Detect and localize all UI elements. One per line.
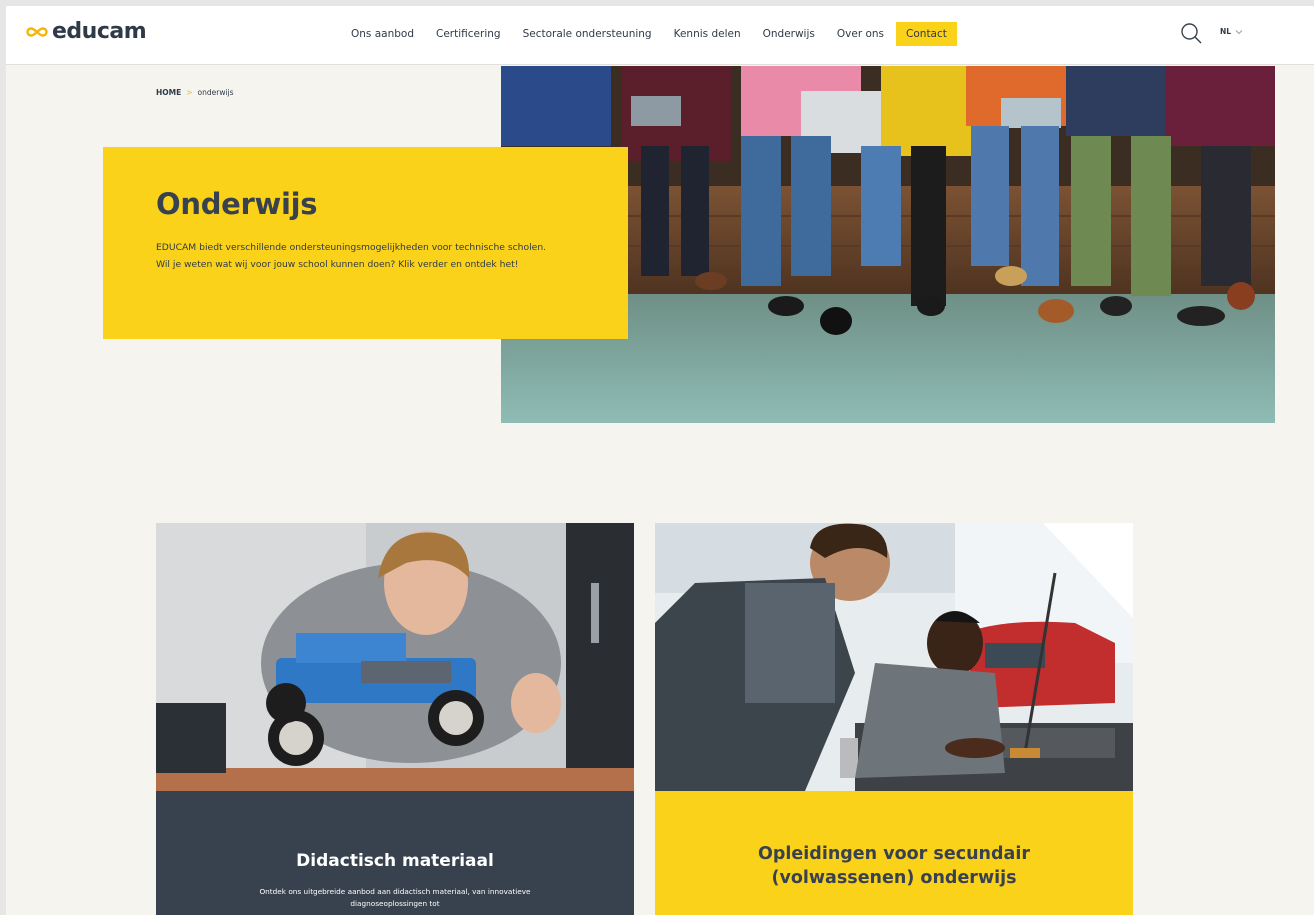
infinity-logo-icon — [26, 26, 48, 37]
search-icon[interactable] — [1179, 21, 1203, 45]
breadcrumb-current: onderwijs — [197, 88, 234, 97]
logo-text: educam — [52, 19, 147, 44]
nav-item-ons-aanbod[interactable]: Ons aanbod — [351, 28, 414, 40]
site-header: educam Ons aanbod Certificering Sectoral… — [6, 6, 1314, 65]
hero-panel: Onderwijs EDUCAM biedt verschillende ond… — [103, 147, 628, 339]
card-didactisch-materiaal[interactable]: Didactisch materiaal Ontdek ons uitgebre… — [156, 523, 634, 915]
card-title: Didactisch materiaal — [296, 851, 494, 871]
contact-button[interactable]: Contact — [896, 22, 957, 46]
nav-item-over-ons[interactable]: Over ons — [837, 28, 884, 40]
nav-item-certificering[interactable]: Certificering — [436, 28, 501, 40]
boy-with-model-car-photo — [156, 523, 634, 791]
main-nav: Ons aanbod Certificering Sectorale onder… — [351, 22, 957, 46]
breadcrumb-separator: > — [186, 88, 193, 97]
logo-link[interactable]: educam — [26, 19, 147, 44]
page-title: Onderwijs — [156, 187, 318, 221]
card-body: Opleidingen voor secundair (volwassenen)… — [655, 791, 1133, 915]
card-title: Opleidingen voor secundair (volwassenen)… — [758, 844, 1030, 888]
page: educam Ons aanbod Certificering Sectoral… — [6, 6, 1314, 915]
breadcrumb-home-link[interactable]: HOME — [156, 88, 181, 97]
breadcrumb: HOME > onderwijs — [156, 88, 234, 97]
mechanics-under-hood-photo — [655, 523, 1133, 791]
nav-item-onderwijs[interactable]: Onderwijs — [763, 28, 815, 40]
nav-item-sectorale-ondersteuning[interactable]: Sectorale ondersteuning — [523, 28, 652, 40]
card-body: Didactisch materiaal Ontdek ons uitgebre… — [156, 791, 634, 915]
card-description: Ontdek ons uitgebreide aanbod aan didact… — [259, 887, 531, 908]
card-opleidingen-secundair[interactable]: Opleidingen voor secundair (volwassenen)… — [655, 523, 1133, 915]
hero-description: EDUCAM biedt verschillende ondersteuning… — [156, 242, 547, 270]
language-code: NL — [1220, 27, 1232, 36]
nav-item-kennis-delen[interactable]: Kennis delen — [674, 28, 741, 40]
language-selector[interactable]: NL — [1220, 27, 1243, 36]
chevron-down-icon — [1235, 29, 1243, 34]
